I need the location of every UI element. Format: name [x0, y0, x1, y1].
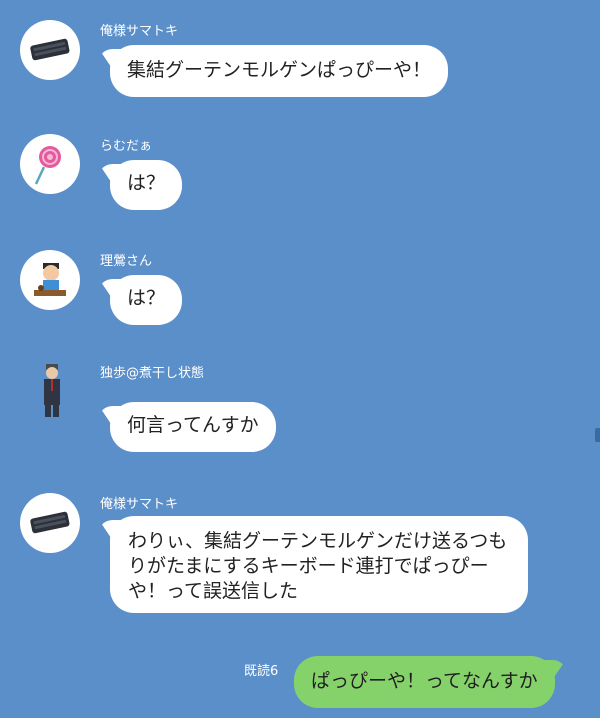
person-eating-icon — [34, 263, 66, 296]
message-bubble[interactable]: は？ — [110, 275, 183, 325]
sender-name: 理鶯さん — [100, 254, 153, 269]
avatar[interactable] — [20, 493, 80, 553]
message-bubble[interactable]: ぱっぴーや！ってなんすか — [294, 656, 555, 708]
businessman-icon — [44, 364, 60, 417]
keyboard-icon — [30, 511, 70, 534]
message-bubble[interactable]: わりぃ、集結グーテンモルゲンだけ送るつもりがたまにするキーボード連打でぱっぴーや… — [110, 516, 528, 613]
sender-name: 独歩@煮干し状態 — [100, 366, 205, 381]
message-bubble[interactable]: 何言ってんすか — [110, 402, 276, 452]
message-bubble[interactable]: 集結グーテンモルゲンぱっぴーや！ — [110, 45, 449, 97]
read-receipt: 既読6 — [244, 664, 279, 679]
keyboard-icon — [30, 38, 70, 61]
message-bubble[interactable]: は？ — [110, 160, 183, 210]
avatar[interactable] — [20, 362, 80, 422]
avatar[interactable] — [20, 20, 80, 80]
chat-view[interactable]: 俺様サマトキ 集結グーテンモルゲンぱっぴーや！ らむだぁ は？ 理鶯さん は？ … — [0, 0, 600, 718]
sender-name: 俺様サマトキ — [100, 497, 179, 512]
sender-name: らむだぁ — [100, 139, 153, 154]
avatar[interactable] — [20, 134, 80, 194]
sender-name: 俺様サマトキ — [100, 24, 179, 39]
lollipop-icon — [34, 146, 61, 185]
scroll-handle[interactable] — [595, 428, 600, 442]
avatar[interactable] — [20, 250, 80, 310]
